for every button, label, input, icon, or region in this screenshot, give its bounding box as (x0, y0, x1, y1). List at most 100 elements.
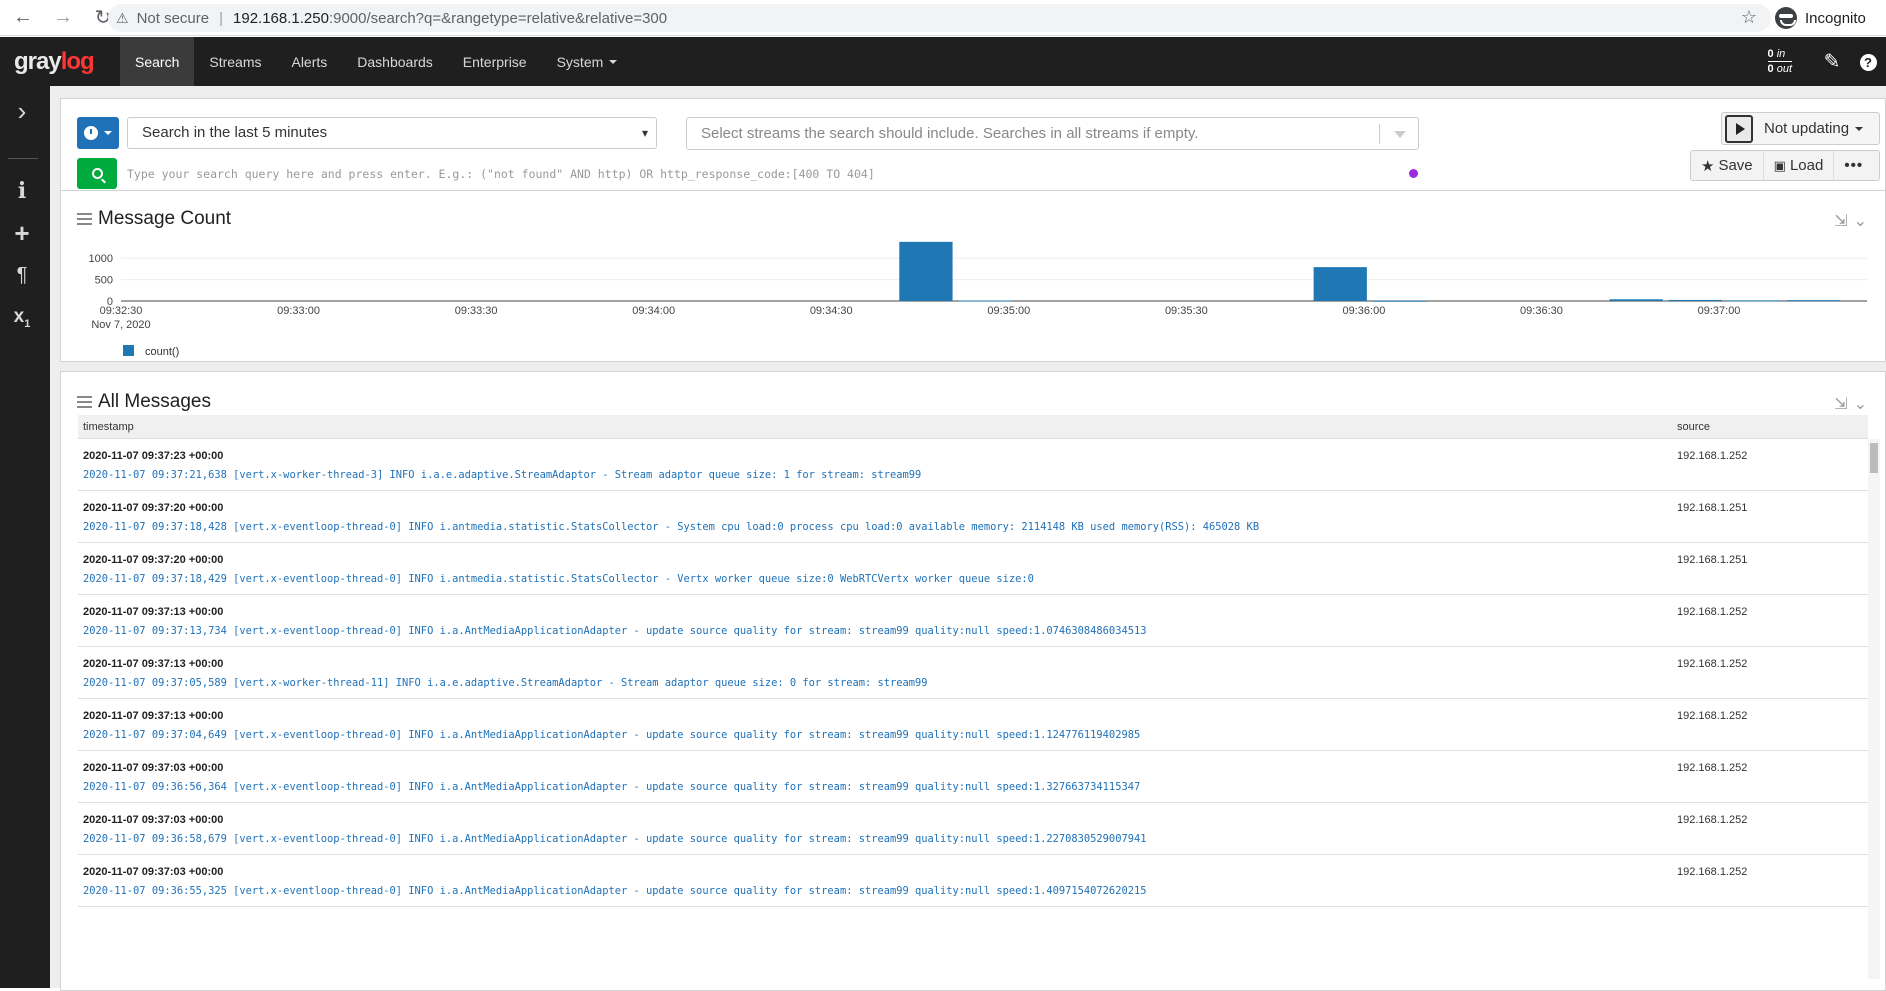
nav-streams[interactable]: Streams (194, 37, 276, 86)
all-messages-widget: All Messages ⇲⌄ timestamp source 2020-11… (60, 371, 1886, 991)
widget-title[interactable]: Message Count (77, 208, 231, 230)
incognito-badge[interactable]: Incognito (1775, 5, 1866, 31)
message-text[interactable]: 2020-11-07 09:37:18,428 [vert.x-eventloo… (83, 521, 1259, 533)
url-host: 192.168.1.250 (233, 9, 329, 27)
message-source: 192.168.1.252 (1677, 762, 1748, 774)
chevron-down-icon (1394, 131, 1406, 138)
scratchpad-edit-icon[interactable]: ✎ (1814, 49, 1850, 74)
select-divider (1379, 124, 1380, 144)
message-text[interactable]: 2020-11-07 09:36:58,679 [vert.x-eventloo… (83, 833, 1146, 845)
chart-bar (1609, 299, 1663, 301)
chart-bar (1787, 300, 1841, 302)
time-range-select[interactable]: Search in the last 5 minutes ▾ (127, 117, 657, 149)
column-source[interactable]: source (1677, 421, 1710, 433)
incognito-icon (1775, 7, 1797, 29)
compress-icon[interactable]: ⇲ (1834, 396, 1853, 413)
help-icon[interactable]: ? (1850, 50, 1886, 73)
throughput-in-value: 0 (1767, 48, 1774, 60)
top-navbar: gray log Search Streams Alerts Dashboards… (0, 37, 1886, 86)
nav-system[interactable]: System (542, 37, 633, 86)
subscript-icon[interactable]: x1 (0, 306, 44, 330)
message-text[interactable]: 2020-11-07 09:37:21,638 [vert.x-worker-t… (83, 469, 921, 481)
message-text[interactable]: 2020-11-07 09:36:55,325 [vert.x-eventloo… (83, 885, 1146, 897)
column-timestamp[interactable]: timestamp (83, 421, 134, 433)
widget-controls: ⇲⌄ (1834, 211, 1873, 231)
x-tick-label: 09:35:30 (1165, 305, 1208, 317)
back-arrow-icon[interactable]: ← (10, 5, 36, 31)
nav-dashboards[interactable]: Dashboards (342, 37, 448, 86)
message-text[interactable]: 2020-11-07 09:36:56,364 [vert.x-eventloo… (83, 781, 1140, 793)
save-button[interactable]: ★ Save (1691, 151, 1764, 180)
plus-icon[interactable]: + (0, 218, 44, 249)
graylog-logo[interactable]: gray log (0, 37, 120, 86)
message-source: 192.168.1.252 (1677, 866, 1748, 878)
message-count-chart: 0500100009:32:30 09:33:00 09:33:30 09:34:00… (89, 241, 1867, 358)
compress-icon[interactable]: ⇲ (1834, 213, 1853, 230)
table-row[interactable]: 2020-11-07 09:37:03 +00:00 2020-11-07 09:… (78, 751, 1868, 803)
play-icon[interactable] (1725, 114, 1753, 143)
table-row[interactable]: 2020-11-07 09:37:13 +00:00 2020-11-07 09:… (78, 647, 1868, 699)
table-row[interactable]: 2020-11-07 09:37:20 +00:00 2020-11-07 09:… (78, 543, 1868, 595)
incognito-label: Incognito (1805, 9, 1866, 27)
throughput-indicator[interactable]: 0 in 0 out (1767, 47, 1792, 76)
chart-bar (899, 241, 953, 301)
message-source: 192.168.1.252 (1677, 450, 1748, 462)
y-tick-label: 500 (95, 275, 113, 287)
streams-select[interactable]: Select streams the search should include… (686, 117, 1419, 150)
message-source: 192.168.1.252 (1677, 606, 1748, 618)
bookmark-star-icon[interactable]: ☆ (1741, 7, 1757, 28)
refresh-control[interactable]: Not updating (1721, 112, 1880, 145)
message-timestamp: 2020-11-07 09:37:03 +00:00 (83, 814, 224, 826)
table-row[interactable]: 2020-11-07 09:37:20 +00:00 2020-11-07 09:… (78, 491, 1868, 543)
x-tick-label: 09:34:00 (632, 305, 675, 317)
message-text[interactable]: 2020-11-07 09:37:13,734 [vert.x-eventloo… (83, 625, 1146, 637)
address-bar[interactable]: ⚠ Not secure | 192.168.1.250 :9000/searc… (108, 4, 1771, 32)
chevron-down-icon (1855, 126, 1864, 131)
widget-title[interactable]: All Messages (77, 391, 211, 413)
drag-handle-icon[interactable] (77, 396, 92, 408)
info-icon[interactable]: i (0, 178, 44, 204)
load-label: Load (1789, 157, 1824, 174)
main-content: Search in the last 5 minutes ▾ Select str… (50, 86, 1886, 991)
chevron-down-icon[interactable]: ⌄ (1854, 396, 1873, 413)
nav-alerts[interactable]: Alerts (276, 37, 342, 86)
query-help-bulb-icon[interactable] (1409, 169, 1418, 178)
message-text[interactable]: 2020-11-07 09:37:18,429 [vert.x-eventloo… (83, 573, 1034, 585)
table-row[interactable]: 2020-11-07 09:37:03 +00:00 2020-11-07 09:… (78, 855, 1868, 907)
more-actions-button[interactable]: ••• (1834, 151, 1873, 180)
chart-bar (958, 300, 1012, 302)
x-tick-label: 09:36:00 (1343, 305, 1386, 317)
expand-chevron-icon[interactable]: › (0, 96, 44, 127)
url-path: :9000/search?q=&rangetype=relative&relat… (328, 9, 668, 27)
table-row[interactable]: 2020-11-07 09:37:23 +00:00 2020-11-07 09:… (78, 439, 1868, 491)
x-tick-label: 09:34:30 (810, 305, 853, 317)
chevron-down-icon (104, 131, 112, 135)
time-range-type-button[interactable] (77, 117, 119, 149)
load-button[interactable]: ▣ Load (1764, 151, 1835, 180)
search-button[interactable] (77, 158, 117, 189)
drag-handle-icon[interactable] (77, 213, 92, 225)
table-header: timestamp source (78, 415, 1868, 439)
search-query-input[interactable]: Type your search query here and press en… (127, 161, 1427, 187)
message-timestamp: 2020-11-07 09:37:20 +00:00 (83, 502, 224, 514)
message-text[interactable]: 2020-11-07 09:37:05,589 [vert.x-worker-t… (83, 677, 928, 689)
scrollbar-thumb[interactable] (1870, 443, 1878, 473)
message-text[interactable]: 2020-11-07 09:37:04,649 [vert.x-eventloo… (83, 729, 1140, 741)
message-timestamp: 2020-11-07 09:37:13 +00:00 (83, 658, 224, 670)
scrollbar[interactable] (1868, 439, 1880, 979)
table-row[interactable]: 2020-11-07 09:37:13 +00:00 2020-11-07 09:… (78, 699, 1868, 751)
table-row[interactable]: 2020-11-07 09:37:03 +00:00 2020-11-07 09:… (78, 803, 1868, 855)
message-count-widget: Message Count ⇲⌄ 0 500 1000 09:32:30 09:33:0… (60, 190, 1886, 362)
paragraph-icon[interactable]: ¶ (0, 264, 44, 287)
chevron-down-icon[interactable]: ⌄ (1854, 213, 1873, 230)
nav-enterprise[interactable]: Enterprise (448, 37, 542, 86)
time-range-value: Search in the last 5 minutes (142, 124, 328, 141)
chevron-down-icon (609, 59, 618, 64)
folder-icon: ▣ (1773, 157, 1786, 173)
message-source: 192.168.1.252 (1677, 658, 1748, 670)
message-timestamp: 2020-11-07 09:37:13 +00:00 (83, 606, 224, 618)
nav-search[interactable]: Search (120, 37, 195, 86)
message-timestamp: 2020-11-07 09:37:03 +00:00 (83, 866, 224, 878)
forward-arrow-icon[interactable]: → (50, 5, 76, 31)
table-row[interactable]: 2020-11-07 09:37:13 +00:00 2020-11-07 09:… (78, 595, 1868, 647)
